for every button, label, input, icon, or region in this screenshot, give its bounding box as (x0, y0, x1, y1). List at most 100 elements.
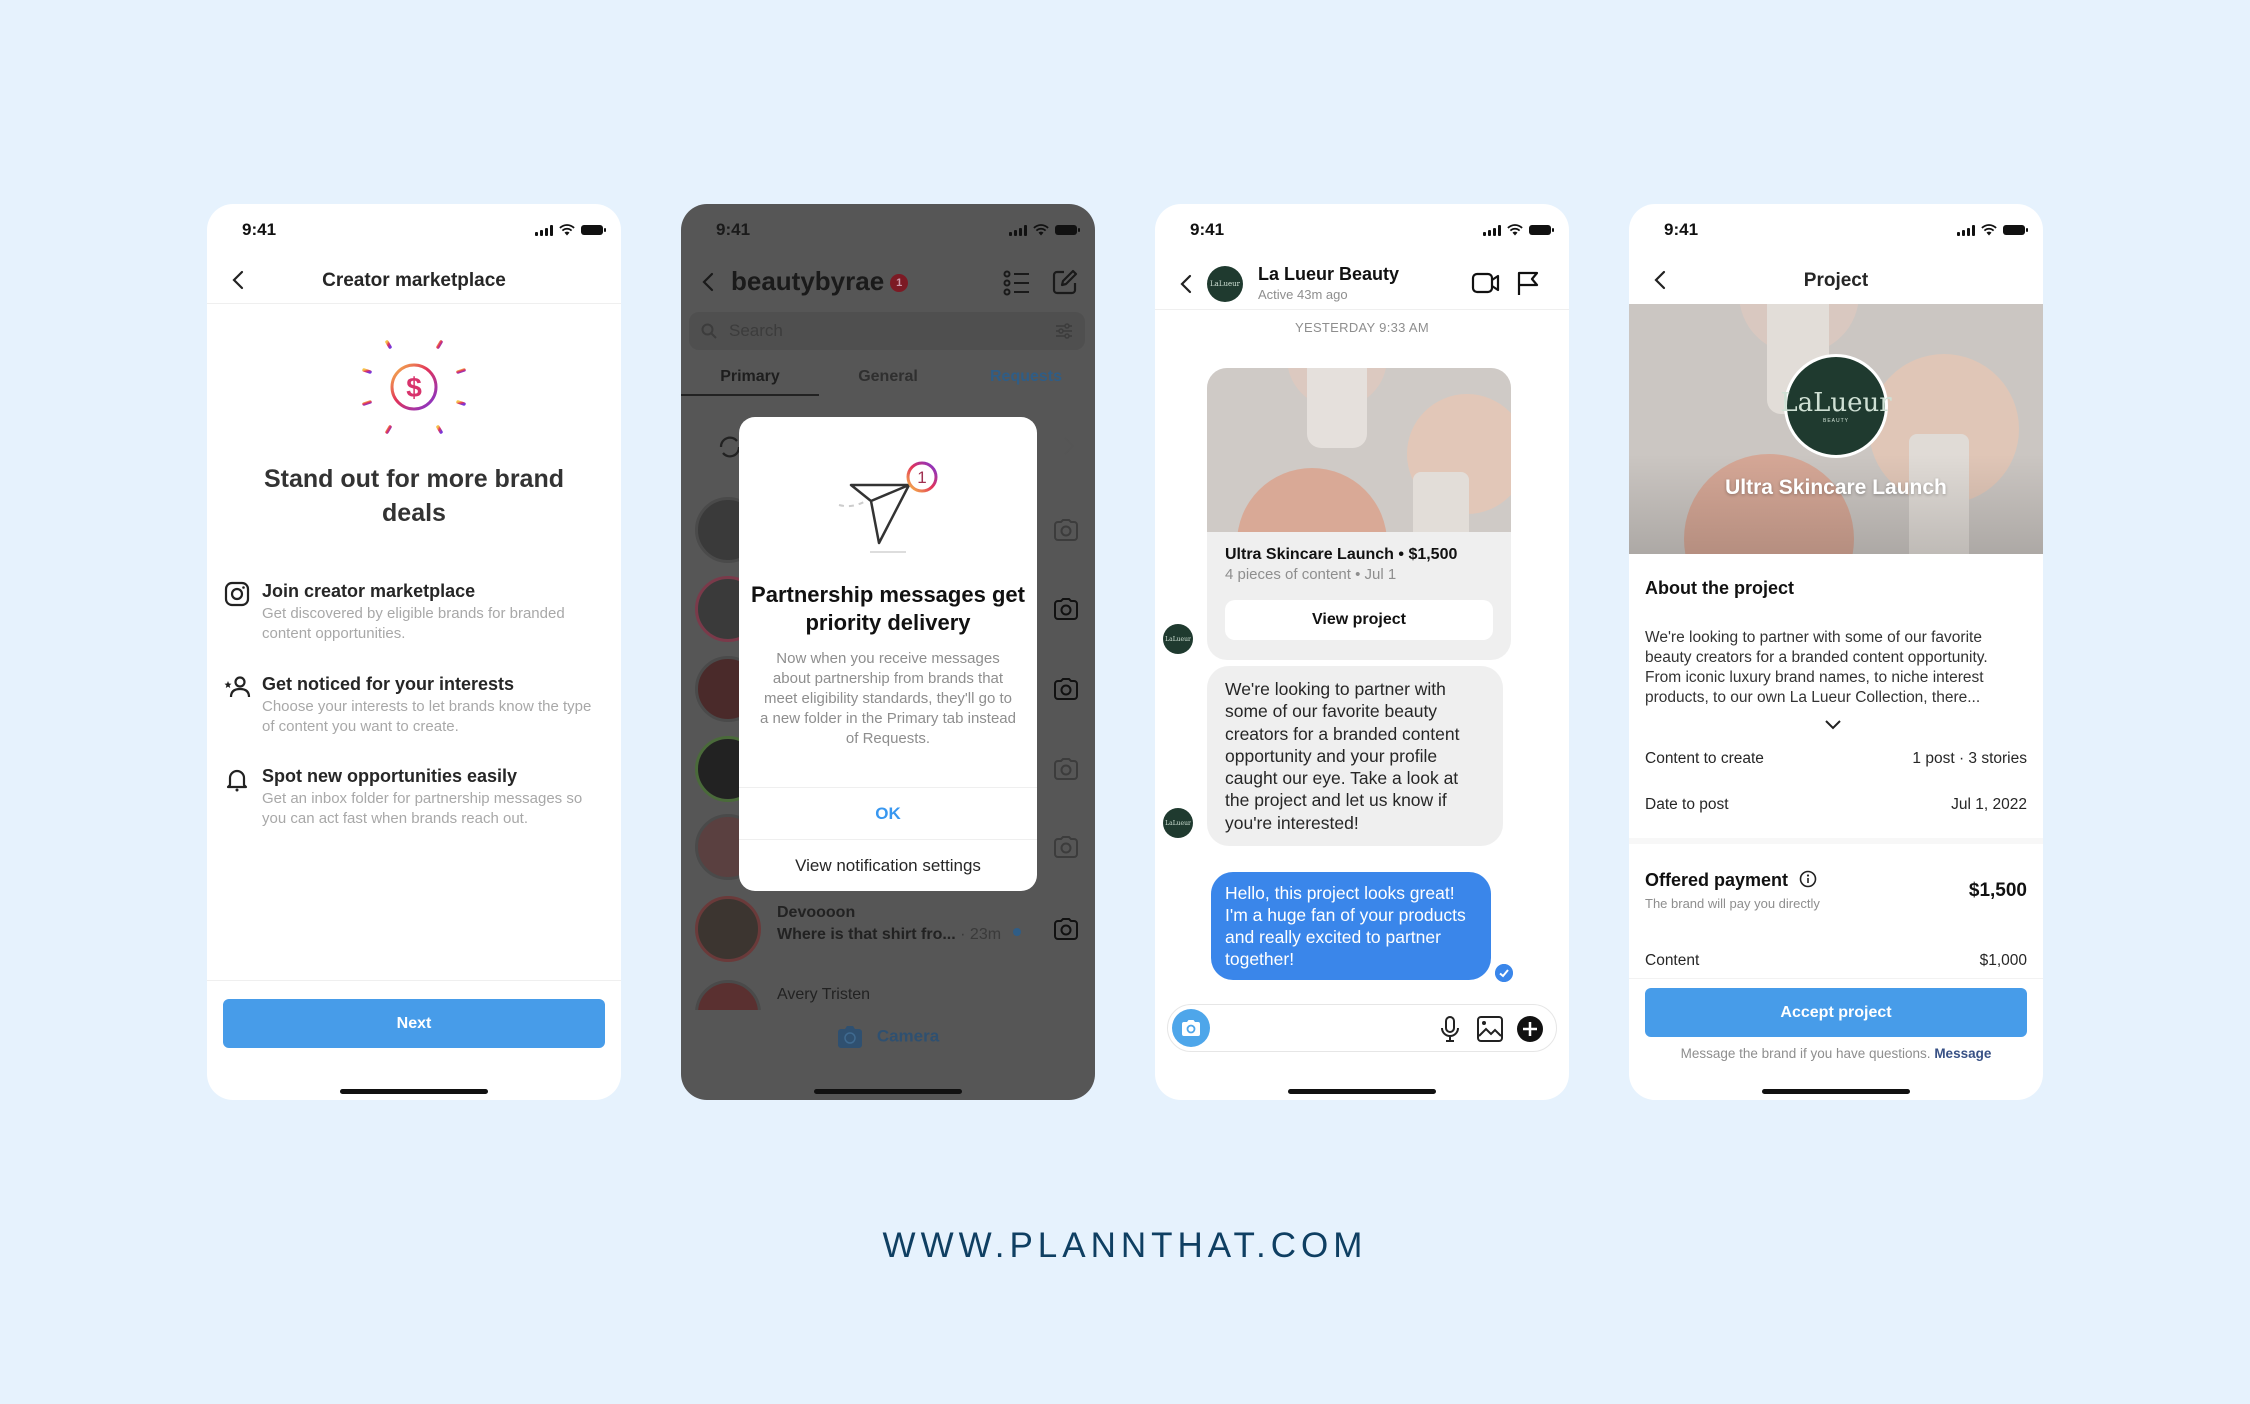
status-time: 9:41 (242, 220, 277, 239)
modal-body: Now when you receive messages about part… (760, 650, 1016, 747)
thread-name: Avery Tristen (777, 986, 871, 1003)
divider (870, 551, 906, 553)
detail-value: Jul 1, 2022 (1951, 796, 2027, 813)
payment-line: Content $1,000 (1645, 952, 2027, 970)
svg-text:1: 1 (917, 468, 926, 487)
back-chevron-icon[interactable] (697, 270, 721, 294)
camera-icon[interactable] (1053, 678, 1079, 700)
avatar (695, 896, 761, 962)
message-link[interactable]: Message (1934, 1046, 1991, 1061)
signal-icon (1009, 224, 1027, 236)
microphone-icon[interactable] (1436, 1015, 1464, 1043)
phone-creator-marketplace: 9:41 Creator marketplace $ Stand out for… (207, 204, 621, 1100)
date-divider: YESTERDAY 9:33 AM (1295, 320, 1429, 335)
search-input[interactable]: Search (689, 312, 1085, 350)
project-banner: LaLueur BEAUTY Ultra Skincare Launch (1629, 304, 2043, 554)
feature-desc: Choose your interests to let brands know… (262, 698, 592, 735)
website-url: WWW.PLANNTHAT.COM (882, 1226, 1368, 1265)
footer-divider (207, 980, 621, 981)
home-indicator (340, 1089, 488, 1094)
detail-label: Content to create (1645, 750, 1764, 767)
feature-title: Spot new opportunities easily (262, 766, 518, 786)
phone-project-details: 9:41 Project LaLueur BEAUTY Ultra Skincar… (1629, 204, 2043, 1100)
thread-row-avery[interactable]: Avery Tristen (695, 974, 1081, 1010)
bell-icon (226, 769, 248, 792)
filter-icon[interactable] (1055, 322, 1073, 340)
feature-desc: Get discovered by eligible brands for br… (262, 605, 565, 642)
camera-icon[interactable] (1053, 519, 1079, 541)
outgoing-message: Hello, this project looks great! I'm a h… (1211, 872, 1491, 980)
list-icon[interactable] (1003, 270, 1031, 296)
accept-project-button[interactable]: Accept project (1645, 988, 2027, 1037)
divider (1629, 978, 2043, 979)
payment-heading: Offered payment (1645, 870, 1817, 891)
notification-badge: 1 (890, 274, 909, 293)
tab-general[interactable]: General (819, 356, 957, 396)
info-icon[interactable] (1799, 870, 1817, 888)
signal-icon (535, 224, 553, 236)
unread-dot (1013, 928, 1021, 936)
section-divider (1629, 838, 2043, 844)
avatar (695, 980, 761, 1010)
phone-chat: 9:41 LaLueur La Lueur Beauty Active 43m … (1155, 204, 1569, 1100)
compose-icon[interactable] (1051, 268, 1079, 296)
gallery-icon[interactable] (1476, 1015, 1504, 1043)
brand-avatar[interactable]: LaLueur (1207, 266, 1243, 302)
svg-text:$: $ (406, 372, 422, 403)
status-time: 9:41 (1664, 220, 1699, 239)
inbox-header: beautybyrae 1 (681, 258, 1095, 306)
message-composer (1167, 1004, 1557, 1052)
phone-inbox-modal: 9:41 beautybyrae 1 Search Primary General… (681, 204, 1095, 1100)
project-title: Ultra Skincare Launch (1725, 476, 1947, 499)
notification-settings-button[interactable]: View notification settings (739, 839, 1037, 891)
nav-bar: Project (1629, 258, 2043, 304)
payment-line-label: Content (1645, 952, 1700, 969)
video-call-icon[interactable] (1471, 270, 1501, 296)
message-input[interactable] (1220, 1013, 1420, 1043)
project-card[interactable]: Ultra Skincare Launch • $1,500 4 pieces … (1207, 368, 1511, 660)
camera-icon[interactable] (1053, 918, 1079, 940)
camera-button[interactable]: Camera (681, 1026, 1095, 1048)
thread-row-devoooon[interactable]: Devoooon Where is that shirt fro... · 23… (695, 890, 1081, 968)
message-note: Message the brand if you have questions.… (1680, 1046, 1992, 1061)
chat-header: LaLueur La Lueur Beauty Active 43m ago (1155, 258, 1569, 310)
account-switcher[interactable]: beautybyrae 1 (731, 266, 909, 297)
tab-primary[interactable]: Primary (681, 356, 819, 396)
search-icon (701, 323, 717, 339)
about-text: We're looking to partner with some of ou… (1645, 629, 1988, 706)
status-bar: 9:41 (681, 218, 1095, 242)
page-title: Project (1803, 270, 1869, 291)
feature-title: Get noticed for your interests (262, 674, 515, 694)
next-button[interactable]: Next (223, 999, 605, 1048)
detail-value: 1 post · 3 stories (1912, 750, 2027, 767)
camera-button[interactable] (1172, 1009, 1210, 1047)
project-card-title: Ultra Skincare Launch • $1,500 (1225, 546, 1458, 563)
brand-avatar-small: LaLueur (1163, 624, 1193, 654)
feature-interests: Get noticed for your interests Choose yo… (223, 673, 601, 737)
chevron-down-icon[interactable] (1823, 718, 1843, 732)
battery-icon (1055, 225, 1080, 235)
dollar-sun-icon: $ (207, 332, 621, 447)
camera-icon[interactable] (1053, 598, 1079, 620)
brand-logo: LaLueur BEAUTY (1780, 354, 1892, 458)
seen-check-icon (1495, 964, 1513, 982)
add-icon[interactable] (1516, 1015, 1544, 1043)
camera-icon[interactable] (1053, 758, 1079, 780)
camera-icon[interactable] (1053, 836, 1079, 858)
thread-name: Devoooon (777, 904, 856, 921)
brand-avatar-small: LaLueur (1163, 808, 1193, 838)
contact-name[interactable]: La Lueur Beauty (1258, 264, 1399, 285)
page-title: Creator marketplace (322, 270, 506, 291)
ok-button[interactable]: OK (739, 787, 1037, 839)
tab-requests[interactable]: Requests (957, 356, 1095, 396)
project-image (1207, 368, 1511, 532)
back-chevron-icon[interactable] (1175, 272, 1199, 296)
paper-plane-icon: 1 (838, 461, 938, 545)
status-bar: 9:41 (207, 218, 621, 242)
battery-icon (581, 225, 606, 235)
view-project-button[interactable]: View project (1225, 600, 1493, 640)
feature-title: Join creator marketplace (262, 581, 476, 601)
status-time: 9:41 (1190, 220, 1225, 239)
about-heading: About the project (1645, 578, 1794, 598)
flag-icon[interactable] (1515, 270, 1541, 296)
